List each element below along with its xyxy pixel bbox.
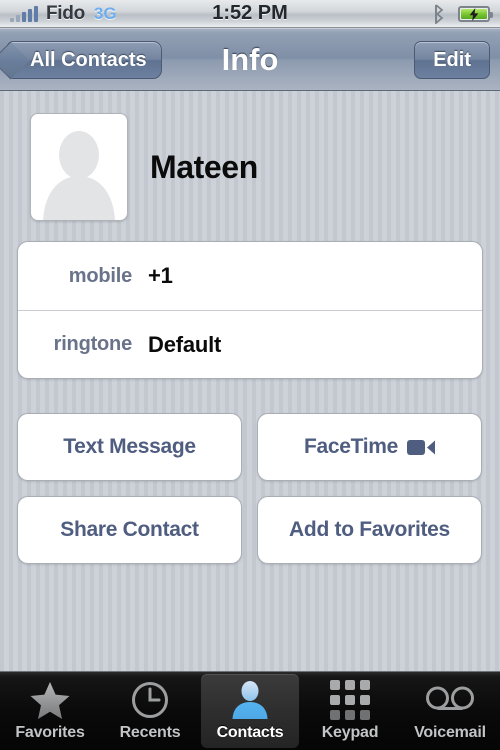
tab-label: Recents (119, 724, 181, 741)
navigation-bar: All Contacts Info Edit (0, 28, 500, 91)
tab-label: Contacts (216, 724, 284, 741)
star-icon (30, 680, 70, 720)
field-label: ringtone (53, 333, 133, 355)
status-bar: Fido 3G 1:52 PM (0, 0, 500, 28)
voicemail-icon (425, 680, 475, 720)
field-value: +1 (148, 263, 173, 288)
add-to-favorites-button[interactable]: Add to Favorites (257, 496, 482, 564)
tab-label: Voicemail (414, 724, 486, 741)
tab-favorites[interactable]: Favorites (1, 674, 99, 748)
person-icon (230, 680, 270, 720)
tab-bar: Favorites Recents Contacts Keypad Voicem… (0, 671, 500, 750)
status-bar-clock: 1:52 PM (212, 2, 288, 24)
contact-info-scroll-area: Mateen mobile +1 ringtone Default Text M… (0, 91, 500, 671)
keypad-grid-icon (330, 680, 370, 720)
action-buttons-group: Text Message FaceTime Share Contact Add … (17, 413, 483, 564)
person-placeholder-icon (43, 131, 115, 220)
field-value: Default (148, 331, 222, 357)
video-camera-icon (407, 439, 436, 456)
action-label: Text Message (63, 435, 196, 458)
action-label: Share Contact (60, 518, 199, 541)
text-message-button[interactable]: Text Message (17, 413, 242, 481)
contact-header: Mateen (30, 113, 258, 221)
clock-icon (131, 680, 169, 720)
battery-charging-icon (458, 6, 493, 22)
tab-label: Keypad (321, 724, 379, 741)
tab-keypad[interactable]: Keypad (301, 674, 399, 748)
bluetooth-icon (435, 4, 444, 24)
contact-field-mobile[interactable]: mobile +1 (18, 242, 482, 310)
action-label: FaceTime (303, 435, 399, 458)
contact-field-ringtone[interactable]: ringtone Default (18, 310, 482, 378)
tab-voicemail[interactable]: Voicemail (401, 674, 499, 748)
edit-button[interactable]: Edit (414, 41, 490, 79)
tab-label: Favorites (15, 724, 85, 741)
contact-photo[interactable] (30, 113, 128, 221)
share-contact-button[interactable]: Share Contact (17, 496, 242, 564)
action-label: Add to Favorites (289, 518, 450, 541)
tab-contacts[interactable]: Contacts (201, 674, 299, 748)
back-button-label: All Contacts (30, 48, 147, 71)
field-label: mobile (68, 264, 132, 287)
contact-name: Mateen (150, 148, 258, 185)
tab-recents[interactable]: Recents (101, 674, 199, 748)
facetime-button[interactable]: FaceTime (257, 413, 482, 481)
edit-button-label: Edit (433, 48, 471, 71)
contact-fields-table: mobile +1 ringtone Default (17, 241, 483, 379)
